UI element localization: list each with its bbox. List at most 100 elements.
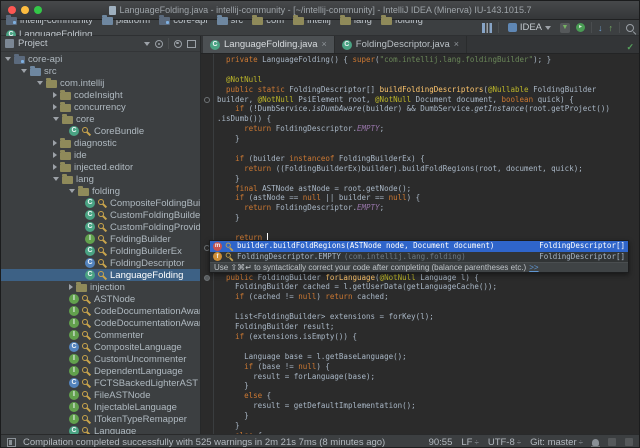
tree-item-dependentlanguage[interactable]: IDependentLanguage: [1, 365, 200, 377]
expand-arrow-icon[interactable]: [37, 81, 43, 85]
tree-item-itokentyperemapper[interactable]: IITokenTypeRemapper: [1, 413, 200, 425]
tree-item-core-api[interactable]: core-api: [1, 53, 200, 65]
tree-item-com-intellij[interactable]: com.intellij: [1, 77, 200, 89]
tree-item-codedocumentationawarecommenter[interactable]: ICodeDocumentationAwareCommenter: [1, 305, 200, 317]
tree-item-customfoldingbuilder[interactable]: CCustomFoldingBuilder: [1, 209, 200, 221]
tree-item-src[interactable]: src: [1, 65, 200, 77]
status-bar: Compilation completed successfully with …: [1, 434, 639, 448]
tree-item-label: FCTSBackedLighterAST: [94, 378, 198, 389]
project-tool-window-header: Project: [1, 36, 200, 52]
collapse-arrow-icon[interactable]: [53, 164, 57, 170]
expand-arrow-icon[interactable]: [53, 117, 59, 121]
tree-item-label: Language: [94, 426, 136, 435]
tree-item-lang[interactable]: lang: [1, 173, 200, 185]
key-icon: [82, 331, 91, 340]
tree-item-compositelanguage[interactable]: CCompositeLanguage: [1, 341, 200, 353]
iface-icon: I: [69, 318, 79, 328]
tree-item-codedocumentationawarecommenterex[interactable]: ICodeDocumentationAwareCommenterEx: [1, 317, 200, 329]
run-configuration-select[interactable]: IDEA: [505, 22, 554, 33]
collapse-arrow-icon[interactable]: [53, 92, 57, 98]
tree-item-injected-editor[interactable]: injected.editor: [1, 161, 200, 173]
event-log-icon[interactable]: [625, 438, 633, 446]
status-lf[interactable]: LF: [461, 437, 478, 448]
tree-item-commenter[interactable]: I Commenter: [1, 329, 200, 341]
tree-item-ide[interactable]: ide: [1, 149, 200, 161]
status-git-master[interactable]: Git: master: [530, 437, 583, 448]
inspection-status-icon[interactable]: ✓: [626, 42, 634, 53]
close-button[interactable]: [8, 6, 16, 14]
toolwindow-switcher-icon[interactable]: [7, 438, 16, 447]
code-line: }: [217, 421, 639, 431]
tab-languagefolding-java[interactable]: CLanguageFolding.java×: [203, 36, 335, 53]
tree-item-injectablelanguage[interactable]: IInjectableLanguage: [1, 401, 200, 413]
tree-item-concurrency[interactable]: concurrency: [1, 101, 200, 113]
iface-icon: I: [69, 294, 79, 304]
collapse-arrow-icon[interactable]: [53, 140, 57, 146]
run-config-label: IDEA: [520, 22, 542, 33]
tree-item-codeinsight[interactable]: codeInsight: [1, 89, 200, 101]
background-tasks-icon[interactable]: [608, 438, 616, 446]
key-icon: [82, 355, 91, 364]
search-icon[interactable]: [626, 24, 634, 32]
hector-icon[interactable]: [592, 439, 599, 446]
fold-marker-icon[interactable]: [204, 97, 210, 103]
tree-item-label: CoreBundle: [94, 126, 144, 137]
tree-item-corebundle[interactable]: CCoreBundle: [1, 125, 200, 137]
tree-item-customuncommenter[interactable]: ICustomUncommenter: [1, 353, 200, 365]
expand-arrow-icon[interactable]: [69, 189, 75, 193]
expand-arrow-icon[interactable]: [53, 177, 59, 181]
expand-arrow-icon[interactable]: [21, 69, 27, 73]
local-changes-icon[interactable]: [482, 23, 492, 33]
collapse-arrow-icon[interactable]: [53, 152, 57, 158]
tree-item-fileastnode[interactable]: IFileASTNode: [1, 389, 200, 401]
run-button[interactable]: ▸: [576, 23, 585, 32]
tree-item-language[interactable]: CLanguage: [1, 425, 200, 434]
view-mode-chevron-icon[interactable]: [144, 42, 150, 46]
code-line: if (astNode == null || builder == null) …: [217, 193, 639, 203]
project-icon: [5, 39, 14, 48]
expand-arrow-icon[interactable]: [5, 57, 11, 61]
commit-changes-icon[interactable]: ↑: [609, 23, 614, 33]
code-line: public static FoldingDescriptor[] buildF…: [217, 85, 639, 95]
gear-icon[interactable]: [174, 40, 182, 48]
zoom-button[interactable]: [34, 6, 42, 14]
scroll-from-source-icon[interactable]: [155, 40, 163, 48]
tree-item-foldingbuilderex[interactable]: CFoldingBuilderEx: [1, 245, 200, 257]
completion-item-foldingdescriptor-em[interactable]: fFoldingDescriptor.EMPTY (com.intellij.l…: [210, 252, 628, 263]
project-tree[interactable]: core-apisrccom.intellijcodeInsightconcur…: [1, 52, 200, 434]
collapse-arrow-icon[interactable]: [69, 284, 73, 290]
key-icon: [82, 403, 91, 412]
tree-item-fctsbackedlighterast[interactable]: CFCTSBackedLighterAST: [1, 377, 200, 389]
tree-item-label: com.intellij: [60, 78, 104, 89]
minimize-button[interactable]: [21, 6, 29, 14]
code-line: FoldingBuilder result;: [217, 322, 639, 332]
hide-panel-icon[interactable]: [187, 40, 196, 48]
tree-item-compositefoldingbuilder[interactable]: CCompositeFoldingBuilder: [1, 197, 200, 209]
iface-icon: I: [69, 330, 79, 340]
make-project-icon[interactable]: ▼: [560, 23, 570, 33]
collapse-arrow-icon[interactable]: [53, 104, 57, 110]
tree-item-foldingbuilder[interactable]: IFoldingBuilder: [1, 233, 200, 245]
tree-item-languagefolding[interactable]: CLanguageFolding: [1, 269, 200, 281]
tree-item-label: Commenter: [94, 330, 144, 341]
completion-hint-link[interactable]: >>: [529, 263, 538, 272]
close-icon[interactable]: ×: [322, 40, 327, 49]
code-line: [217, 144, 639, 154]
override-marker-icon[interactable]: [204, 275, 210, 281]
code-line: if (extensions.isEmpty()) {: [217, 332, 639, 342]
tab-foldingdescriptor-java[interactable]: CFoldingDescriptor.java×: [335, 36, 467, 53]
tree-item-astnode[interactable]: IASTNode: [1, 293, 200, 305]
tree-item-core[interactable]: core: [1, 113, 200, 125]
update-project-icon[interactable]: ↓: [598, 23, 603, 33]
tree-item-customfoldingprovider[interactable]: CCustomFoldingProvider: [1, 221, 200, 233]
tree-item-foldingdescriptor[interactable]: CFoldingDescriptor: [1, 257, 200, 269]
key-icon: [82, 379, 91, 388]
tree-item-diagnostic[interactable]: diagnostic: [1, 137, 200, 149]
editor[interactable]: private LanguageFolding() { super("com.i…: [201, 54, 639, 434]
status-utf-8[interactable]: UTF-8: [488, 437, 521, 448]
status-90-55[interactable]: 90:55: [429, 437, 453, 448]
close-icon[interactable]: ×: [454, 40, 459, 49]
tree-item-folding[interactable]: folding: [1, 185, 200, 197]
completion-item-builder-buildfoldreg[interactable]: mbuilder.buildFoldRegions(ASTNode node, …: [210, 241, 628, 252]
tree-item-injection[interactable]: injection: [1, 281, 200, 293]
